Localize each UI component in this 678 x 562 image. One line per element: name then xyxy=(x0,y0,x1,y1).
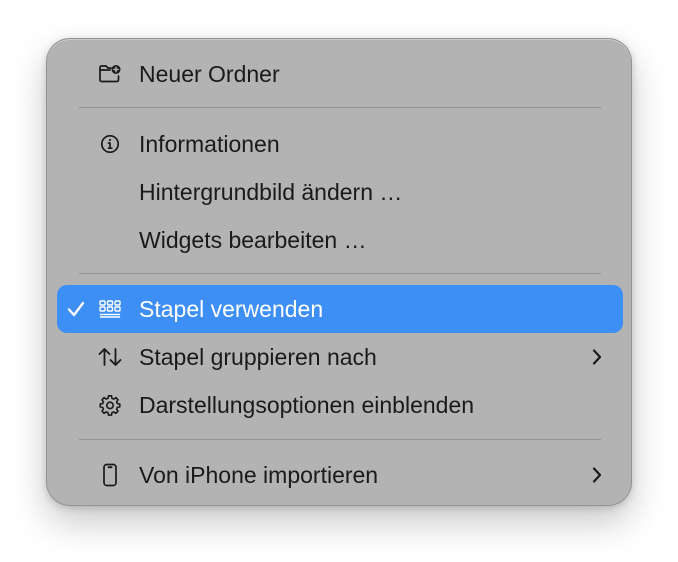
menu-item-change-wallpaper[interactable]: Hintergrundbild ändern … xyxy=(57,168,623,216)
new-folder-icon xyxy=(97,50,123,98)
menu-separator xyxy=(79,273,601,274)
context-menu: Neuer Ordner Informationen Hintergrundbi… xyxy=(46,38,632,506)
menu-item-import-from-iphone[interactable]: Von iPhone importieren xyxy=(57,451,623,499)
menu-item-use-stacks[interactable]: Stapel verwenden xyxy=(57,285,623,333)
desktop-background: Neuer Ordner Informationen Hintergrundbi… xyxy=(0,0,678,562)
menu-item-label: Stapel gruppieren nach xyxy=(139,344,377,370)
menu-item-group-stacks-by[interactable]: Stapel gruppieren nach xyxy=(57,333,623,381)
menu-separator xyxy=(79,439,601,440)
gear-icon xyxy=(97,381,123,429)
menu-item-label: Informationen xyxy=(139,131,280,157)
menu-item-label: Darstellungsoptionen einblenden xyxy=(139,392,475,418)
menu-item-label: Widgets bearbeiten … xyxy=(139,227,367,253)
iphone-icon xyxy=(97,451,123,499)
menu-item-edit-widgets[interactable]: Widgets bearbeiten … xyxy=(57,216,623,264)
menu-item-label: Stapel verwenden xyxy=(139,296,324,322)
menu-separator xyxy=(79,107,601,108)
checkmark-icon xyxy=(63,285,89,333)
menu-item-label: Hintergrundbild ändern … xyxy=(139,179,403,205)
menu-item-new-folder[interactable]: Neuer Ordner xyxy=(57,50,623,98)
stack-grid-icon xyxy=(97,285,123,333)
menu-item-info[interactable]: Informationen xyxy=(57,120,623,168)
menu-item-show-view-options[interactable]: Darstellungsoptionen einblenden xyxy=(57,381,623,429)
sort-arrows-icon xyxy=(97,333,123,381)
info-icon xyxy=(97,120,123,168)
chevron-right-icon xyxy=(587,451,607,499)
menu-item-label: Neuer Ordner xyxy=(139,61,280,87)
chevron-right-icon xyxy=(587,333,607,381)
menu-item-label: Von iPhone importieren xyxy=(139,462,379,488)
